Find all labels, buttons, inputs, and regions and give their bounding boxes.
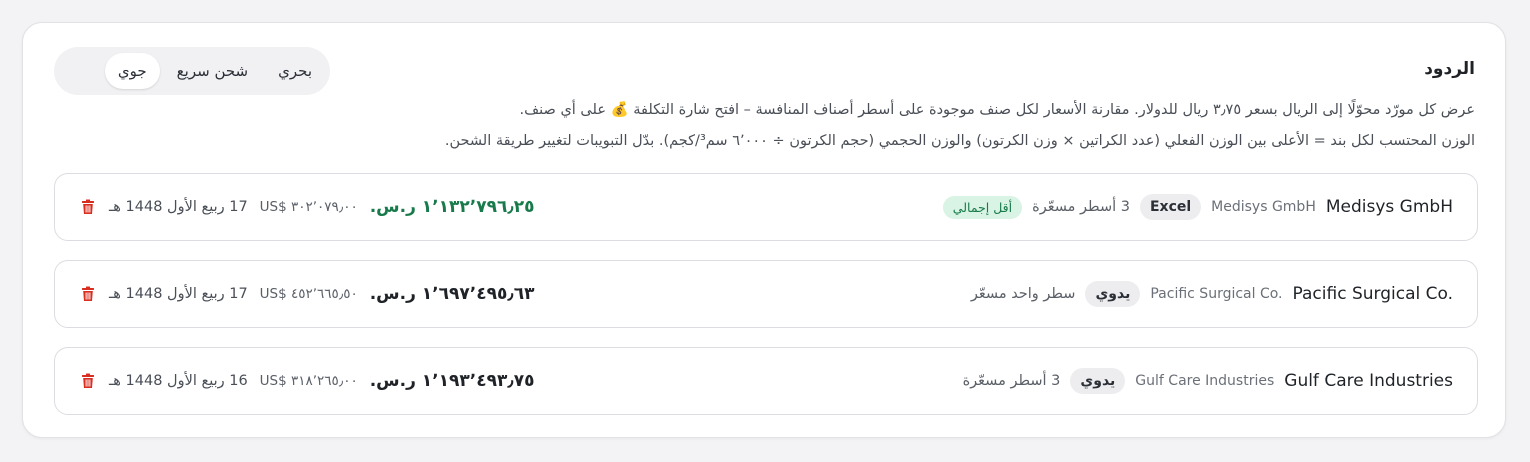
supplier-name: Gulf Care Industries	[1284, 371, 1453, 391]
total-usd: US$ ٣١٨٬٢٦٥٫٠٠	[259, 373, 358, 389]
trash-icon[interactable]	[79, 198, 97, 216]
total-usd: US$ ٣٠٢٬٠٧٩٫٠٠	[259, 199, 358, 215]
supplier-name: Medisys GmbH	[1325, 197, 1453, 217]
supplier-subtitle: Pacific Surgical Co.	[1150, 286, 1283, 302]
response-date: 16 ربيع الأول 1448 هـ	[109, 373, 248, 389]
total-sar: ١٬٦٩٧٬٤٩٥٫٦٣ ر.س.	[369, 284, 535, 304]
response-row[interactable]: Medisys GmbH Medisys GmbH Excel 3 أسطر م…	[54, 173, 1478, 241]
supplier-name: Pacific Surgical Co.	[1292, 284, 1453, 304]
trash-icon[interactable]	[79, 372, 97, 390]
supplier-subtitle: Medisys GmbH	[1211, 199, 1316, 215]
lowest-total-badge: أقل إجمالي	[942, 195, 1023, 219]
description-line-1: عرض كل مورّد محوّلًا إلى الريال بسعر ٣٫٧…	[519, 102, 1475, 118]
total-usd: US$ ٤٥٢٬٦٦٥٫٥٠	[259, 286, 358, 302]
priced-lines-count: 3 أسطر مسعّرة	[962, 373, 1061, 389]
supplier-subtitle: Gulf Care Industries	[1135, 373, 1275, 389]
responses-card: الردود بحري شحن سريع جوي عرض كل مورّد مح…	[22, 22, 1506, 438]
tab-express[interactable]: شحن سريع	[164, 53, 261, 89]
response-date: 17 ربيع الأول 1448 هـ	[109, 286, 248, 302]
tab-sea[interactable]: بحري	[265, 53, 325, 89]
total-sar: ١٬١٩٣٬٤٩٣٫٧٥ ر.س.	[369, 371, 535, 391]
source-badge: يدوي	[1085, 281, 1141, 307]
tab-air[interactable]: جوي	[104, 53, 160, 89]
section-title: الردود	[1424, 59, 1475, 79]
source-badge: يدوي	[1070, 368, 1126, 394]
response-row[interactable]: Pacific Surgical Co. Pacific Surgical Co…	[54, 260, 1478, 328]
priced-lines-count: سطر واحد مسعّر	[970, 286, 1076, 302]
priced-lines-count: 3 أسطر مسعّرة	[1032, 199, 1130, 215]
response-date: 17 ربيع الأول 1448 هـ	[109, 199, 248, 215]
description-line-2: الوزن المحتسب لكل بند = الأعلى بين الوزن…	[444, 133, 1475, 149]
total-sar: ١٬١٣٢٬٧٩٦٫٢٥ ر.س.	[369, 197, 535, 217]
source-badge: Excel	[1139, 194, 1202, 220]
trash-icon[interactable]	[79, 285, 97, 303]
shipping-method-tabs: بحري شحن سريع جوي	[54, 47, 330, 95]
response-row[interactable]: Gulf Care Industries Gulf Care Industrie…	[54, 347, 1478, 415]
